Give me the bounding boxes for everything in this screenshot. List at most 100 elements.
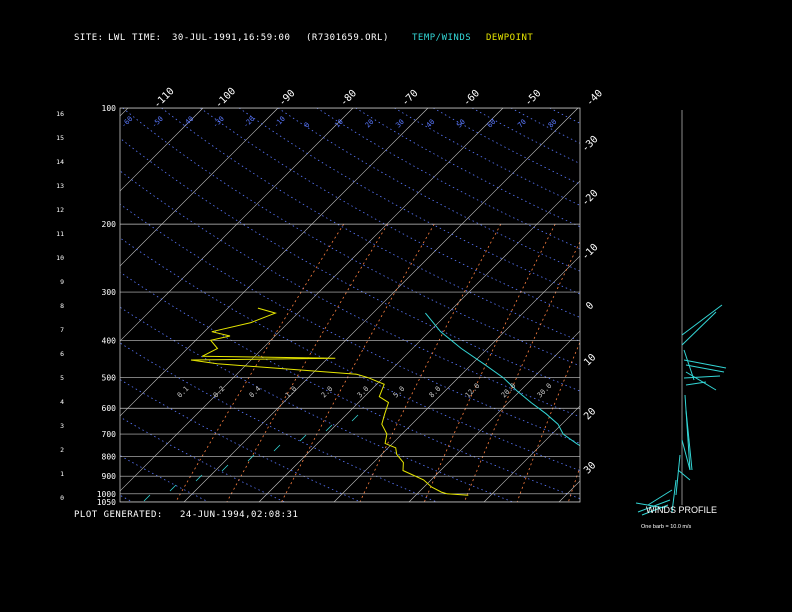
dry-adiabat-label: 80 xyxy=(547,118,559,130)
dry-adiabat-line xyxy=(120,416,285,502)
plot-area xyxy=(0,108,792,502)
dry-adiabat-line xyxy=(433,108,580,185)
dry-adiabat-line xyxy=(355,108,580,228)
top-temp-tick-label: -60 xyxy=(461,88,482,109)
dewpoint-line xyxy=(190,307,469,496)
top-temp-tick-label: -70 xyxy=(400,88,421,109)
height-tick-label: 0 xyxy=(60,494,64,502)
height-tick-label: 4 xyxy=(60,398,64,406)
isotherm-line xyxy=(408,330,580,502)
isotherm-line xyxy=(333,255,580,502)
dry-adiabat-label: -50 xyxy=(150,115,165,130)
pressure-tick-label: 400 xyxy=(102,336,117,345)
wind-vector xyxy=(675,454,681,496)
dry-adiabat-label: 20 xyxy=(364,118,376,130)
isotherm-line xyxy=(120,108,429,417)
wind-vector xyxy=(681,304,723,336)
isotherm-line xyxy=(183,108,579,502)
dry-adiabat-line xyxy=(120,306,513,502)
mixing-ratio-label: 0.1 xyxy=(176,385,191,400)
wind-vector xyxy=(685,371,717,391)
height-tick-label: 15 xyxy=(56,134,64,142)
mixing-ratio-label: 0.4 xyxy=(248,385,263,400)
dry-adiabat-line xyxy=(120,494,133,502)
plot-frame xyxy=(119,107,581,503)
dry-adiabat-label: 60 xyxy=(486,118,498,130)
height-tick-label: 9 xyxy=(60,278,64,286)
dry-adiabat-line xyxy=(120,271,580,500)
isotherm-line xyxy=(258,180,580,502)
dry-adiabat-line xyxy=(238,108,580,295)
dry-adiabat-line xyxy=(120,170,580,418)
right-temp-tick-label: -30 xyxy=(580,134,601,155)
dry-adiabat-line xyxy=(277,108,580,272)
mixing-ratio-line xyxy=(516,341,580,502)
height-tick-label: 8 xyxy=(60,302,64,310)
pressure-tick-label: 800 xyxy=(102,452,117,461)
dry-adiabat-label: -60 xyxy=(120,115,135,130)
pressure-tick-label: 300 xyxy=(102,288,117,297)
isotherm-line xyxy=(120,108,129,117)
winds-profile-scale: One barb = 10.0 m/s xyxy=(641,524,692,530)
isotherm-line xyxy=(120,108,279,267)
wind-vector xyxy=(647,489,673,506)
isotherm-line xyxy=(120,108,204,192)
isotherm-line xyxy=(120,108,504,492)
dry-adiabat-label: 30 xyxy=(394,118,406,130)
height-tick-label: 6 xyxy=(60,350,64,358)
plot-generated-value: 24-JUN-1994,02:08:31 xyxy=(180,510,299,520)
right-temp-tick-label: 10 xyxy=(582,352,598,368)
dry-adiabat-label: 50 xyxy=(455,118,467,130)
wind-vector xyxy=(681,311,717,346)
top-temp-tick-label: -40 xyxy=(584,88,605,109)
dry-adiabat-label: -40 xyxy=(181,115,196,130)
top-temp-tick-label: -80 xyxy=(338,88,359,109)
right-temp-tick-label: 0 xyxy=(584,300,596,312)
isotherm-line xyxy=(0,108,53,502)
height-tick-label: 5 xyxy=(60,374,64,382)
dry-adiabat-label: 0 xyxy=(303,121,312,130)
right-temp-tick-label: -10 xyxy=(580,242,601,263)
wind-barb-mark xyxy=(169,484,177,492)
dry-adiabat-line xyxy=(200,108,580,318)
mixing-ratio-label: 1.0 xyxy=(284,385,299,400)
dry-adiabat-label: 10 xyxy=(333,118,345,130)
isotherm-line xyxy=(558,480,580,502)
dry-adiabat-line xyxy=(627,108,792,502)
height-tick-label: 16 xyxy=(56,110,64,118)
mixing-ratio-line xyxy=(726,224,792,502)
dry-adiabat-line xyxy=(471,108,580,165)
mixing-ratio-label: 8.0 xyxy=(428,385,443,400)
pressure-tick-label: 600 xyxy=(102,404,117,413)
pressure-tick-label: 1050 xyxy=(97,498,116,507)
winds-profile-title: WINDS PROFILE xyxy=(646,505,717,515)
isotherm-line xyxy=(120,108,354,342)
isotherm-line xyxy=(483,405,580,502)
dry-adiabat-line xyxy=(589,108,792,502)
dry-adiabat-line xyxy=(0,108,57,502)
dry-adiabat-line xyxy=(161,108,580,342)
right-temp-tick-label: -20 xyxy=(580,188,601,209)
pressure-tick-label: 700 xyxy=(102,430,117,439)
dry-adiabat-line xyxy=(120,137,580,392)
height-tick-label: 2 xyxy=(60,446,64,454)
height-tick-label: 1 xyxy=(60,470,64,478)
pressure-tick-label: 900 xyxy=(102,472,117,481)
top-temp-tick-label: -100 xyxy=(213,86,238,111)
isotherm-line xyxy=(634,108,792,502)
pressure-tick-label: 100 xyxy=(102,104,117,113)
wind-barb-mark xyxy=(247,454,255,462)
top-temp-tick-label: -110 xyxy=(152,86,177,111)
dry-adiabat-line xyxy=(120,237,580,472)
pressure-tick-label: 500 xyxy=(102,374,117,383)
wind-vector xyxy=(683,375,721,379)
wind-barb-mark xyxy=(299,434,307,442)
height-tick-label: 10 xyxy=(56,254,64,262)
height-tick-label: 3 xyxy=(60,422,64,430)
isotherm-line xyxy=(784,108,792,502)
pressure-tick-label: 200 xyxy=(102,220,117,229)
plot-generated-label: PLOT GENERATED: xyxy=(74,510,163,520)
mixing-ratio-line xyxy=(423,223,556,502)
mixing-ratio-label: 12.0 xyxy=(464,382,482,400)
wind-barb-mark xyxy=(273,444,281,452)
